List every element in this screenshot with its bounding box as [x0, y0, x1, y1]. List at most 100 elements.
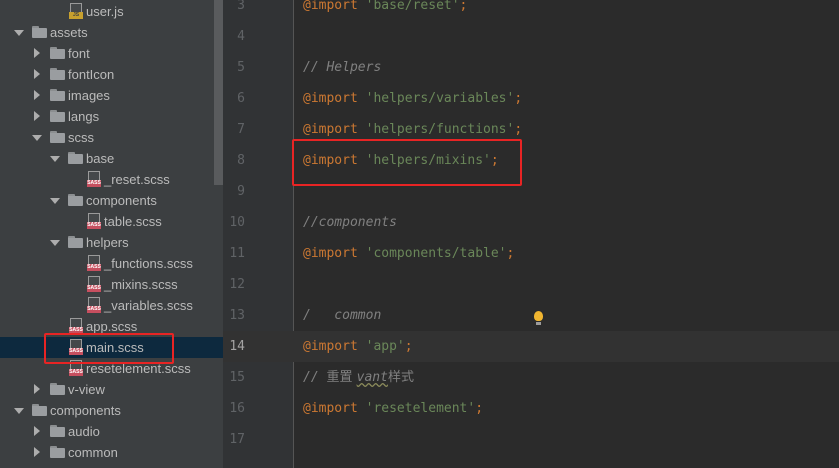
code-line[interactable]: 15 // 重置 vant样式	[223, 362, 839, 393]
code-line[interactable]: 4	[223, 21, 839, 52]
tree-item-label: components	[86, 193, 157, 208]
tree-item[interactable]: SASS resetelement.scss	[0, 358, 223, 379]
chevron-right-icon[interactable]	[32, 64, 42, 85]
folder-icon	[68, 236, 83, 248]
code-token: 重置	[326, 370, 357, 385]
line-number: 9	[237, 184, 245, 199]
tree-item[interactable]: scss	[0, 127, 223, 148]
tree-item[interactable]: v-view	[0, 379, 223, 400]
folder-icon	[50, 110, 65, 122]
tree-item[interactable]: audio	[0, 421, 223, 442]
chevron-right-icon[interactable]	[32, 421, 42, 442]
code-line[interactable]: 16 @import 'resetelement';	[223, 393, 839, 424]
folder-icon	[50, 47, 65, 59]
file-type-badge: JS	[69, 12, 83, 19]
code-line[interactable]: 3 @import 'base/reset';	[223, 0, 839, 21]
file-type-badge: SASS	[69, 369, 83, 376]
tree-item-label: font	[68, 46, 90, 61]
tree-item[interactable]: font	[0, 43, 223, 64]
code-token: /	[303, 308, 311, 323]
code-token: ;	[475, 401, 484, 416]
tree-item[interactable]: components	[0, 190, 223, 211]
chevron-down-icon[interactable]	[50, 148, 60, 169]
sass-file-icon: SASS	[69, 360, 83, 377]
line-number: 8	[237, 153, 245, 168]
code-line[interactable]: 13 / common	[223, 300, 839, 331]
file-type-badge: SASS	[69, 348, 83, 355]
chevron-down-icon[interactable]	[50, 232, 60, 253]
chevron-right-icon[interactable]	[32, 106, 42, 127]
code-token: 'helpers/mixins'	[365, 153, 491, 168]
sass-file-icon: SASS	[87, 213, 101, 230]
chevron-right-icon[interactable]	[32, 85, 42, 106]
code-text: // 重置 vant样式	[303, 362, 414, 393]
tree-item[interactable]: fontIcon	[0, 64, 223, 85]
tree-item[interactable]: helpers	[0, 232, 223, 253]
tree-item[interactable]: SASS main.scss	[0, 337, 223, 358]
line-number: 14	[229, 339, 245, 354]
tree-item[interactable]: base	[0, 148, 223, 169]
tree-item[interactable]: common	[0, 442, 223, 463]
line-number: 12	[229, 277, 245, 292]
chevron-down-icon[interactable]	[14, 400, 24, 421]
chevron-down-icon[interactable]	[14, 22, 24, 43]
tree-item[interactable]: SASS _functions.scss	[0, 253, 223, 274]
folder-icon	[68, 152, 83, 164]
code-line[interactable]: 8 @import 'helpers/mixins';	[223, 145, 839, 176]
tree-item[interactable]: assets	[0, 22, 223, 43]
file-type-badge: SASS	[87, 306, 101, 313]
code-line[interactable]: 17	[223, 424, 839, 455]
sass-file-icon: SASS	[87, 297, 101, 314]
chevron-right-icon[interactable]	[32, 43, 42, 64]
code-line[interactable]: 9	[223, 176, 839, 207]
tree-item-label: images	[68, 88, 110, 103]
tree-scrollbar[interactable]	[214, 0, 223, 185]
tree-item[interactable]: SASS _mixins.scss	[0, 274, 223, 295]
tree-item[interactable]: SASS app.scss	[0, 316, 223, 337]
tree-item-label: app.scss	[86, 319, 138, 334]
tree-item[interactable]: components	[0, 400, 223, 421]
code-line[interactable]: 11 @import 'components/table';	[223, 238, 839, 269]
tree-item[interactable]: SASS _reset.scss	[0, 169, 223, 190]
code-text: @import 'base/reset';	[303, 0, 467, 21]
folder-icon	[68, 194, 83, 206]
chevron-down-icon[interactable]	[50, 190, 60, 211]
tree-item[interactable]: langs	[0, 106, 223, 127]
code-text: @import 'helpers/mixins';	[303, 145, 499, 176]
file-type-badge: SASS	[69, 327, 83, 334]
folder-icon	[50, 383, 65, 395]
code-token: @import	[303, 0, 358, 13]
code-line[interactable]: 14 @import 'app';	[223, 331, 839, 362]
lightbulb-icon[interactable]	[533, 311, 544, 327]
code-token: 'app'	[365, 339, 405, 354]
code-line[interactable]: 5 // Helpers	[223, 52, 839, 83]
tree-item[interactable]: SASS _variables.scss	[0, 295, 223, 316]
code-text: //components	[303, 207, 397, 238]
tree-item-label: assets	[50, 25, 88, 40]
code-token: vant	[356, 370, 388, 385]
sass-file-icon: SASS	[87, 255, 101, 272]
line-number: 4	[237, 29, 245, 44]
code-line[interactable]: 7 @import 'helpers/functions';	[223, 114, 839, 145]
code-line[interactable]: 10 //components	[223, 207, 839, 238]
tree-item-label: langs	[68, 109, 100, 124]
chevron-right-icon[interactable]	[32, 379, 42, 400]
code-line[interactable]: 6 @import 'helpers/variables';	[223, 83, 839, 114]
tree-item-label: base	[86, 151, 115, 166]
tree-item-label: helpers	[86, 235, 129, 250]
tree-item-label: _reset.scss	[104, 172, 170, 187]
tree-item[interactable]: SASS table.scss	[0, 211, 223, 232]
tree-item[interactable]: images	[0, 85, 223, 106]
chevron-down-icon[interactable]	[32, 127, 42, 148]
code-line[interactable]: 12	[223, 269, 839, 300]
folder-icon	[50, 425, 65, 437]
chevron-right-icon[interactable]	[32, 442, 42, 463]
code-token: @import	[303, 91, 358, 106]
code-token: 样式	[387, 370, 414, 385]
code-text: // Helpers	[303, 52, 381, 83]
code-text: @import 'app';	[303, 331, 413, 362]
tree-item[interactable]: JS user.js	[0, 1, 223, 22]
line-number: 7	[237, 122, 245, 137]
code-editor[interactable]: 3 @import 'base/reset'; 4 5 // Helpers 6 @impo…	[223, 0, 839, 468]
